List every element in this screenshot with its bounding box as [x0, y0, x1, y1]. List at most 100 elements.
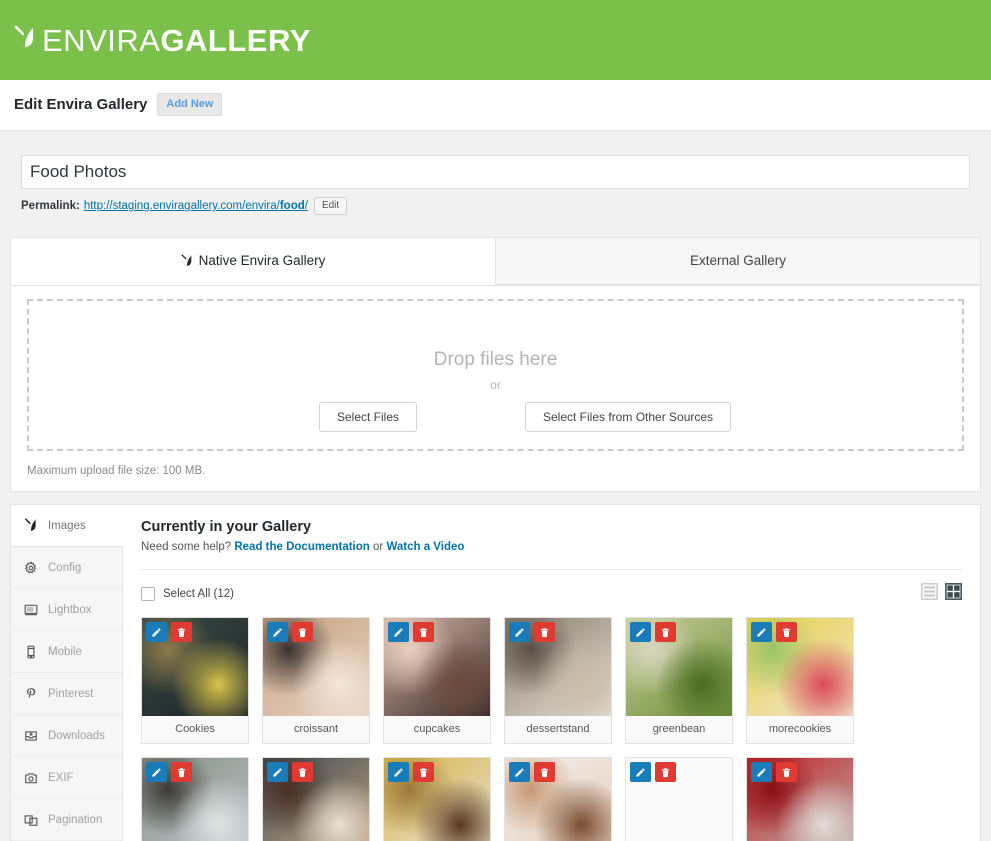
gallery-thumbnail[interactable]: cherries [746, 757, 854, 841]
logo-wordmark: ENVIRAGALLERY [42, 25, 311, 56]
help-middle: or [369, 541, 387, 554]
edit-image-button[interactable] [751, 762, 772, 783]
delete-image-button[interactable] [171, 762, 192, 783]
envira-gallery-logo: ENVIRAGALLERY [14, 25, 311, 56]
camera-icon [23, 770, 38, 785]
gallery-thumbnail[interactable]: dessertstand [504, 617, 612, 745]
gallery-thumbnail[interactable]: greenbean [625, 617, 733, 745]
select-files-button[interactable]: Select Files [319, 401, 418, 432]
thumbnail-image [263, 758, 369, 841]
gallery-title-input[interactable] [21, 155, 970, 190]
add-new-button[interactable]: Add New [157, 93, 223, 117]
select-all-checkbox[interactable] [141, 587, 155, 602]
tab-external-gallery-label: External Gallery [689, 253, 787, 269]
select-all-control[interactable]: Select All (12) [141, 587, 234, 602]
edit-image-button[interactable] [267, 622, 288, 643]
gallery-settings-panel: Images Config Lightbox Mobile Pinterest … [10, 504, 981, 841]
tab-external-gallery[interactable]: External Gallery [496, 238, 980, 286]
sidebar-item-lightbox-label: Lightbox [48, 603, 92, 616]
upload-tabs: Native Envira Gallery External Gallery [11, 238, 980, 287]
tab-native-envira-gallery-label: Native Envira Gallery [198, 253, 326, 269]
trash-icon [298, 628, 307, 637]
list-view-icon[interactable] [921, 583, 938, 605]
gear-icon [23, 560, 38, 575]
permalink-suffix: / [304, 200, 308, 213]
tab-native-envira-gallery[interactable]: Native Envira Gallery [11, 238, 496, 286]
upload-panel: Native Envira Gallery External Gallery D… [10, 237, 981, 493]
edit-image-button[interactable] [146, 762, 167, 783]
delete-image-button[interactable] [292, 622, 313, 643]
gallery-thumbnail[interactable]: morecookies [746, 617, 854, 745]
sidebar-item-images[interactable]: Images [11, 505, 123, 548]
gallery-thumbnail[interactable]: Cookies [141, 617, 249, 745]
sidebar-item-downloads[interactable]: Downloads [11, 715, 122, 758]
trash-icon [419, 628, 428, 637]
sidebar-item-lightbox[interactable]: Lightbox [11, 589, 122, 632]
edit-permalink-button[interactable]: Edit [313, 197, 348, 216]
pencil-icon [515, 628, 524, 637]
thumbnail-image [505, 618, 611, 717]
permalink-label: Permalink: [21, 200, 80, 213]
gallery-title-panel: Permalink: http://staging.enviragallery.… [10, 143, 981, 225]
drop-or-text: or [490, 377, 501, 392]
edit-image-button[interactable] [630, 622, 651, 643]
delete-image-button[interactable] [655, 622, 676, 643]
gallery-thumbnail[interactable]: almond [504, 757, 612, 841]
delete-image-button[interactable] [413, 622, 434, 643]
thumbnail-image [384, 618, 490, 717]
leaf-icon [23, 518, 38, 533]
edit-image-button[interactable] [146, 622, 167, 643]
sidebar-item-mobile[interactable]: Mobile [11, 631, 122, 674]
sidebar-item-pagination[interactable]: Pagination [11, 799, 122, 841]
gallery-thumbnail[interactable]: steak [383, 757, 491, 841]
sidebar-item-exif[interactable]: EXIF [11, 757, 122, 800]
sidebar-item-config[interactable]: Config [11, 547, 122, 590]
read-documentation-link[interactable]: Read the Documentation [234, 541, 369, 553]
trash-icon [177, 628, 186, 637]
delete-image-button[interactable] [534, 622, 555, 643]
pencil-icon [394, 628, 403, 637]
gallery-content: Currently in your Gallery Need some help… [123, 505, 980, 841]
thumbnail-actions [146, 622, 192, 643]
delete-image-button[interactable] [171, 622, 192, 643]
thumbnail-actions [267, 622, 313, 643]
gallery-thumbnail[interactable]: morecupcakes [262, 757, 370, 841]
permalink-row: Permalink: http://staging.enviragallery.… [21, 197, 970, 216]
edit-image-button[interactable] [509, 622, 530, 643]
delete-image-button[interactable] [413, 762, 434, 783]
edit-image-button[interactable] [388, 622, 409, 643]
trash-icon [298, 768, 307, 777]
delete-image-button[interactable] [655, 762, 676, 783]
delete-image-button[interactable] [292, 762, 313, 783]
permalink-url[interactable]: http://staging.enviragallery.com/envira/… [84, 200, 308, 212]
delete-image-button[interactable] [776, 622, 797, 643]
edit-image-button[interactable] [509, 762, 530, 783]
sidebar-item-pinterest[interactable]: Pinterest [11, 673, 122, 716]
thumbnail-caption: morecookies [747, 716, 853, 744]
edit-image-button[interactable] [388, 762, 409, 783]
gallery-thumbnail[interactable]: burgers [625, 757, 733, 841]
sidebar-item-mobile-label: Mobile [48, 645, 82, 658]
monitor-icon [23, 602, 38, 617]
logo-envira: ENVIRA [42, 22, 161, 58]
trash-icon [782, 768, 791, 777]
edit-image-button[interactable] [630, 762, 651, 783]
thumbnail-image [747, 758, 853, 841]
trash-icon [661, 768, 670, 777]
thumbnail-actions [751, 762, 797, 783]
edit-image-button[interactable] [267, 762, 288, 783]
gallery-thumbnail[interactable]: cupcakes [383, 617, 491, 745]
edit-image-button[interactable] [751, 622, 772, 643]
thumbnail-actions [388, 622, 434, 643]
sidebar-item-downloads-label: Downloads [48, 729, 105, 742]
delete-image-button[interactable] [776, 762, 797, 783]
watch-video-link[interactable]: Watch a Video [386, 541, 464, 553]
delete-image-button[interactable] [534, 762, 555, 783]
grid-view-icon[interactable] [945, 583, 962, 605]
gallery-thumbnail[interactable]: icecream [141, 757, 249, 841]
sidebar-item-pagination-label: Pagination [48, 813, 103, 826]
file-dropzone[interactable]: Drop files here or Select Files Select F… [27, 299, 964, 452]
thumbnail-actions [388, 762, 434, 783]
select-files-other-sources-button[interactable]: Select Files from Other Sources [525, 401, 732, 432]
gallery-thumbnail[interactable]: croissant [262, 617, 370, 745]
